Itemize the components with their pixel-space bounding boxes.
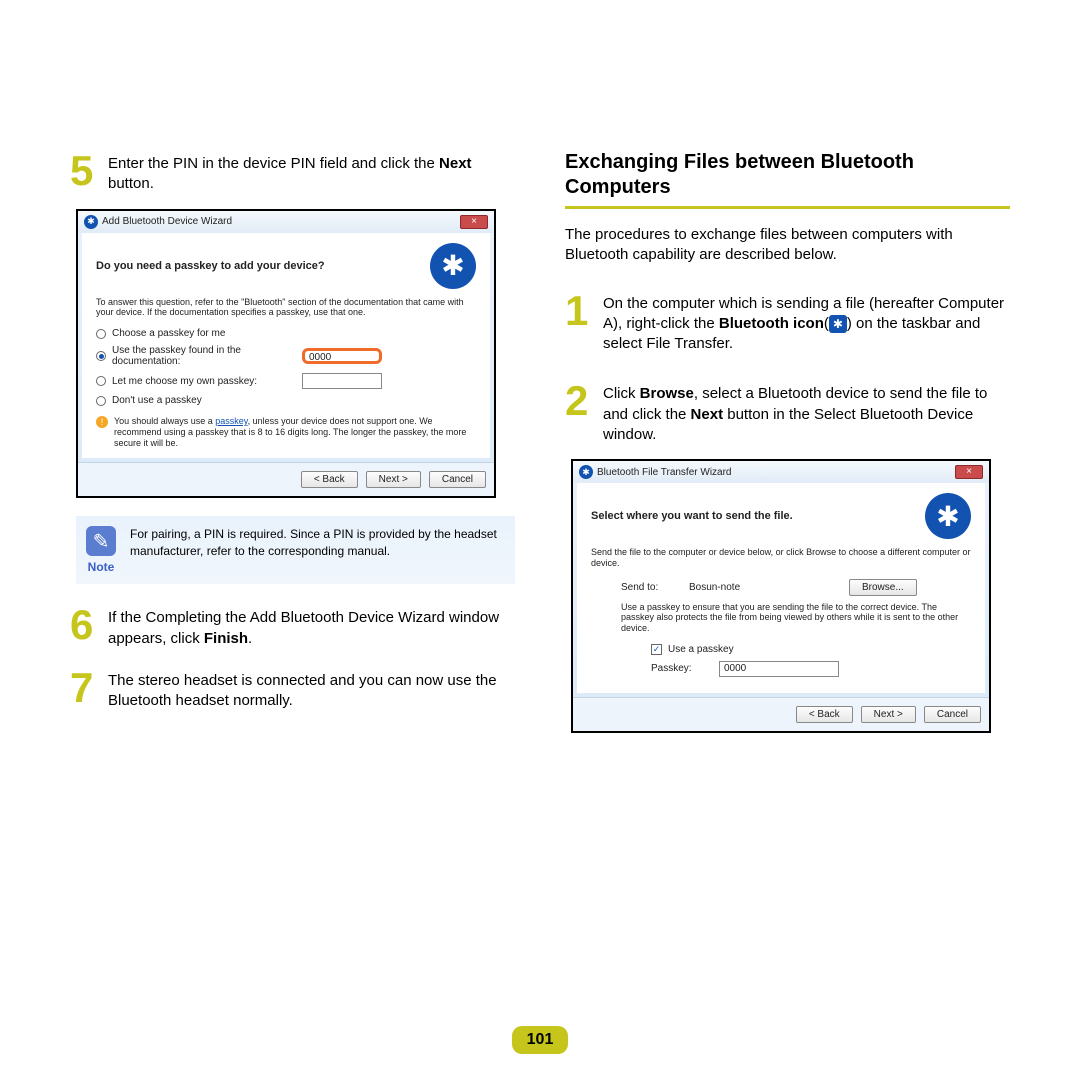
step-text: The stereo headset is connected and you … <box>108 667 515 712</box>
radio-option[interactable]: Let me choose my own passkey: <box>96 373 476 389</box>
send-to-row: Send to: Bosun-note Browse... <box>621 579 971 596</box>
radio-icon[interactable] <box>96 329 106 339</box>
section-heading: Exchanging Files between Bluetooth Compu… <box>565 150 1010 209</box>
own-passkey-input[interactable] <box>302 373 382 389</box>
passkey-help: Use a passkey to ensure that you are sen… <box>621 602 971 634</box>
bluetooth-icon: ✱ <box>579 465 593 479</box>
warning-icon: ! <box>96 416 108 428</box>
section-intro: The procedures to exchange files between… <box>565 225 1010 266</box>
use-passkey-row[interactable]: ✓ Use a passkey <box>651 644 971 655</box>
bluetooth-icon: ✱ <box>430 243 476 289</box>
passkey-field[interactable]: 0000 <box>719 661 839 677</box>
dialog-heading: Select where you want to send the file. <box>591 510 925 522</box>
bluetooth-icon: ✱ <box>925 493 971 539</box>
file-transfer-wizard-dialog: ✱ Bluetooth File Transfer Wizard × Selec… <box>571 459 991 733</box>
dialog-title: Add Bluetooth Device Wizard <box>102 216 232 227</box>
step-text: If the Completing the Add Bluetooth Devi… <box>108 604 515 649</box>
step-1: 1 On the computer which is sending a fil… <box>565 290 1010 355</box>
checkbox-icon[interactable]: ✓ <box>651 644 662 655</box>
note-label: Note <box>88 560 115 574</box>
cancel-button[interactable]: Cancel <box>429 471 486 488</box>
step-number: 7 <box>70 667 98 709</box>
passkey-link[interactable]: passkey <box>215 416 247 426</box>
page-number: 101 <box>512 1026 568 1054</box>
back-button[interactable]: < Back <box>301 471 358 488</box>
step-number: 5 <box>70 150 98 192</box>
sendto-value: Bosun-note <box>689 582 849 593</box>
note-box: ✎ Note For pairing, a PIN is required. S… <box>76 516 515 584</box>
dialog-titlebar: ✱ Add Bluetooth Device Wizard × <box>78 211 494 233</box>
step-5: 5 Enter the PIN in the device PIN field … <box>70 150 515 195</box>
passkey-label: Passkey: <box>651 663 719 674</box>
dialog-heading: Do you need a passkey to add your device… <box>96 260 430 272</box>
next-button[interactable]: Next > <box>861 706 916 723</box>
bluetooth-icon: ✱ <box>84 215 98 229</box>
radio-option[interactable]: Don't use a passkey <box>96 395 476 406</box>
note-text: For pairing, a PIN is required. Since a … <box>130 526 505 574</box>
step-7: 7 The stereo headset is connected and yo… <box>70 667 515 712</box>
dialog-titlebar: ✱ Bluetooth File Transfer Wizard × <box>573 461 989 483</box>
browse-button[interactable]: Browse... <box>849 579 917 596</box>
step-text: Click Browse, select a Bluetooth device … <box>603 380 1010 445</box>
dialog-help-text: Send the file to the computer or device … <box>591 547 971 569</box>
step-number: 6 <box>70 604 98 646</box>
radio-option[interactable]: Choose a passkey for me <box>96 328 476 339</box>
radio-icon[interactable] <box>96 376 106 386</box>
cancel-button[interactable]: Cancel <box>924 706 981 723</box>
add-bluetooth-wizard-dialog: ✱ Add Bluetooth Device Wizard × Do you n… <box>76 209 496 499</box>
passkey-input[interactable]: 0000 <box>302 348 382 364</box>
back-button[interactable]: < Back <box>796 706 853 723</box>
step-text: On the computer which is sending a file … <box>603 290 1010 355</box>
dialog-help-text: To answer this question, refer to the "B… <box>96 297 476 319</box>
close-icon[interactable]: × <box>955 465 983 479</box>
radio-option[interactable]: Use the passkey found in the documentati… <box>96 345 476 367</box>
passkey-input-row: Passkey: 0000 <box>651 661 971 677</box>
step-2: 2 Click Browse, select a Bluetooth devic… <box>565 380 1010 445</box>
close-icon[interactable]: × <box>460 215 488 229</box>
bluetooth-icon: ✱ <box>829 315 847 333</box>
step-number: 2 <box>565 380 593 422</box>
step-text: Enter the PIN in the device PIN field an… <box>108 150 515 195</box>
next-button[interactable]: Next > <box>366 471 421 488</box>
step-number: 1 <box>565 290 593 332</box>
dialog-title: Bluetooth File Transfer Wizard <box>597 467 732 478</box>
radio-icon[interactable] <box>96 396 106 406</box>
step-6: 6 If the Completing the Add Bluetooth De… <box>70 604 515 649</box>
sendto-label: Send to: <box>621 582 689 593</box>
warning-row: ! You should always use a passkey, unles… <box>96 416 476 448</box>
note-icon: ✎ <box>86 526 116 556</box>
radio-icon[interactable] <box>96 351 106 361</box>
